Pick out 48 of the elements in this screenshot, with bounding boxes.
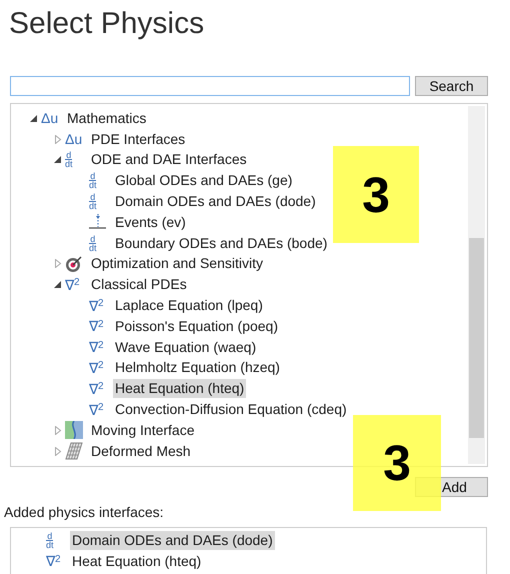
equation-icon: ∇$^{2}$: [89, 402, 104, 417]
expanded-arrow-icon[interactable]: [54, 155, 62, 164]
list-item[interactable]: Heat Equation (hteq): [70, 552, 204, 571]
step-callout: 3: [353, 415, 441, 511]
tree-item[interactable]: Heat Equation (hteq): [113, 379, 246, 398]
tree-item[interactable]: Poisson's Equation (poeq): [113, 316, 280, 336]
tree-item[interactable]: ODE and DAE Interfaces: [89, 150, 249, 170]
tree-item[interactable]: Optimization and Sensitivity: [89, 254, 265, 274]
equation-icon: ∇$^{2}$: [89, 382, 104, 396]
collapsed-arrow-icon[interactable]: [54, 446, 62, 456]
two-region-icon: [65, 421, 83, 440]
tree-item[interactable]: Moving Interface: [89, 420, 196, 440]
equation-icon: Δu: [65, 132, 82, 146]
equation-icon: ∇$^{2}$: [89, 319, 104, 334]
collapsed-arrow-icon[interactable]: [54, 259, 62, 268]
equation-icon: Δu: [41, 111, 58, 126]
tree-item[interactable]: Convection-Diffusion Equation (cdeq): [113, 400, 349, 420]
search-button[interactable]: Search: [415, 76, 488, 96]
expanded-arrow-icon[interactable]: [30, 114, 38, 123]
scrollbar[interactable]: [468, 106, 485, 464]
tree-item[interactable]: Helmholtz Equation (hzeq): [113, 358, 282, 378]
tree-item[interactable]: Boundary ODEs and DAEs (bode): [113, 234, 330, 253]
equation-icon: ∇$^{2}$: [65, 278, 80, 292]
equation-icon: ∇$^{2}$: [89, 340, 104, 354]
mesh-icon: [65, 442, 83, 460]
dialog-title: Select Physics: [8, 6, 206, 42]
step-callout: 3: [333, 146, 419, 243]
target-icon: [65, 254, 83, 273]
timeline-icon: [89, 213, 107, 232]
scroll-thumb[interactable]: [469, 238, 484, 438]
collapsed-arrow-icon[interactable]: [54, 134, 62, 144]
tree-item[interactable]: Classical PDEs: [89, 275, 189, 294]
section-label: Added physics interfaces:: [3, 503, 165, 521]
search-field[interactable]: [10, 76, 410, 96]
tree-item[interactable]: Domain ODEs and DAEs (dode): [113, 192, 318, 212]
equation-icon: ∇$^{2}$: [89, 360, 104, 375]
tree-item[interactable]: PDE Interfaces: [89, 130, 188, 149]
tree-item[interactable]: Global ODEs and DAEs (ge): [113, 171, 294, 190]
list-item[interactable]: Domain ODEs and DAEs (dode): [70, 530, 275, 550]
equation-icon: ∇$^{2}$: [46, 554, 61, 568]
tree-item[interactable]: Wave Equation (waeq): [113, 338, 258, 357]
equation-icon: ∇$^{2}$: [89, 298, 104, 313]
expanded-arrow-icon[interactable]: [54, 280, 62, 290]
tree-item[interactable]: Mathematics: [65, 108, 148, 128]
tree-item[interactable]: Events (ev): [113, 212, 188, 232]
collapsed-arrow-icon[interactable]: [54, 426, 62, 435]
tree-item[interactable]: Deformed Mesh: [89, 442, 193, 461]
tree-item[interactable]: Laplace Equation (lpeq): [113, 296, 265, 316]
